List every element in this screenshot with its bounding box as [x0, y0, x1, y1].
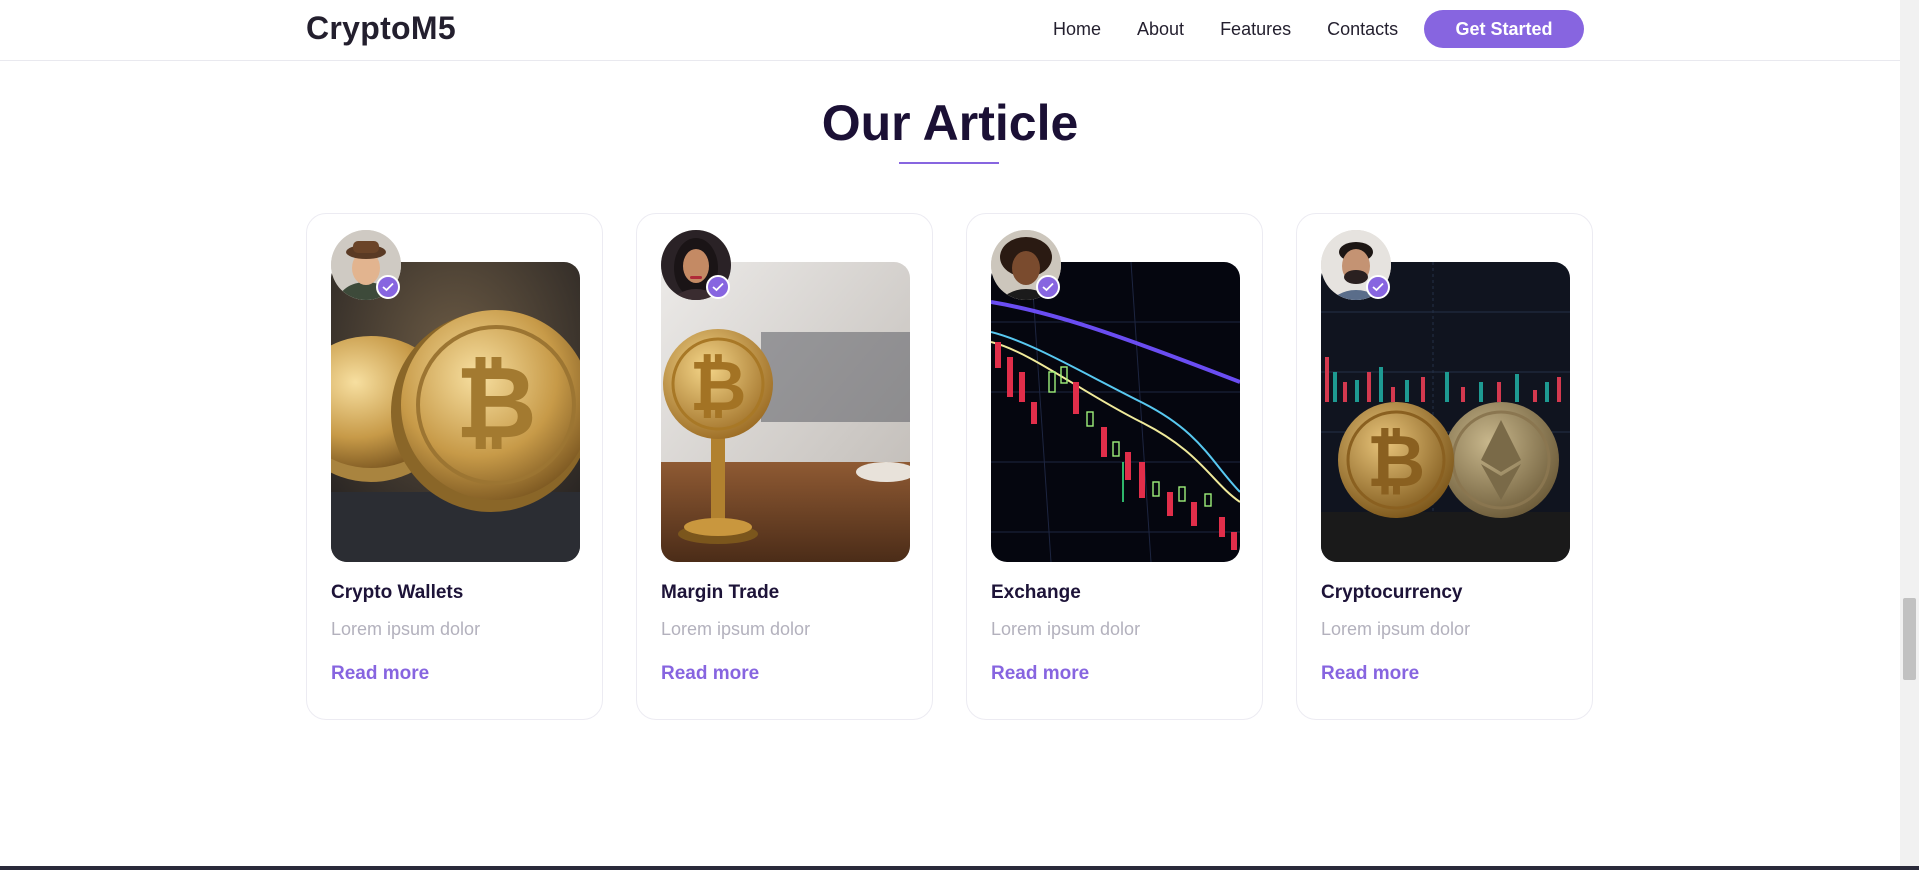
article-image-bitcoin-ethereum[interactable]: ₿ — [1321, 262, 1570, 562]
article-image-coins[interactable]: ₿ — [331, 262, 580, 562]
article-excerpt: Lorem ipsum dolor — [331, 619, 481, 639]
article-title: Exchange — [991, 582, 1081, 603]
article-title: Cryptocurrency — [1321, 582, 1463, 603]
article-title: Margin Trade — [661, 582, 780, 603]
scrollbar-thumb[interactable] — [1903, 598, 1916, 680]
nav-link-features[interactable]: Features — [1220, 19, 1291, 39]
verified-check-icon — [376, 275, 400, 299]
verified-check-icon — [706, 275, 730, 299]
article-excerpt: Lorem ipsum dolor — [1321, 619, 1471, 639]
nav-link-contacts[interactable]: Contacts — [1327, 19, 1398, 39]
article-card-cryptocurrency[interactable]: ₿ Cryptocurrency Lorem ipsum dolor Read … — [1296, 213, 1593, 720]
nav-link-home[interactable]: Home — [1053, 19, 1101, 39]
nav-link-about[interactable]: About — [1137, 19, 1184, 39]
site-header: CryptoM5 Home About Features Contacts Ge… — [0, 0, 1900, 61]
bottom-edge — [0, 866, 1919, 870]
article-excerpt: Lorem ipsum dolor — [661, 619, 811, 639]
verified-check-icon — [1366, 275, 1390, 299]
vertical-scrollbar[interactable] — [1900, 0, 1919, 866]
article-image-candlestick-chart[interactable] — [991, 262, 1240, 562]
svg-text:₿: ₿ — [1367, 419, 1426, 503]
read-more-link[interactable]: Read more — [991, 663, 1089, 685]
svg-text:₿: ₿ — [689, 345, 746, 427]
article-image-bitcoin-trophy[interactable]: ₿ — [661, 262, 910, 562]
article-excerpt: Lorem ipsum dolor — [991, 619, 1141, 639]
section-title: Our Article — [821, 95, 1079, 151]
main-nav: Home About Features Contacts — [1053, 19, 1398, 39]
verified-check-icon — [1036, 275, 1060, 299]
read-more-link[interactable]: Read more — [661, 663, 759, 685]
get-started-button[interactable]: Get Started — [1424, 10, 1584, 48]
svg-text:₿: ₿ — [455, 344, 537, 461]
read-more-link[interactable]: Read more — [331, 663, 429, 685]
read-more-link[interactable]: Read more — [1321, 663, 1419, 685]
site-logo[interactable]: CryptoM5 — [306, 10, 456, 47]
article-card-crypto-wallets[interactable]: ₿ Crypto Wallets Lorem ipsum dolor Read … — [306, 213, 603, 720]
title-underline — [899, 162, 999, 164]
article-card-exchange[interactable]: Exchange Lorem ipsum dolor Read more — [966, 213, 1263, 720]
article-title: Crypto Wallets — [331, 582, 464, 603]
article-card-margin-trade[interactable]: ₿ Margin Trade Lorem ipsum dolor Read mo… — [636, 213, 933, 720]
